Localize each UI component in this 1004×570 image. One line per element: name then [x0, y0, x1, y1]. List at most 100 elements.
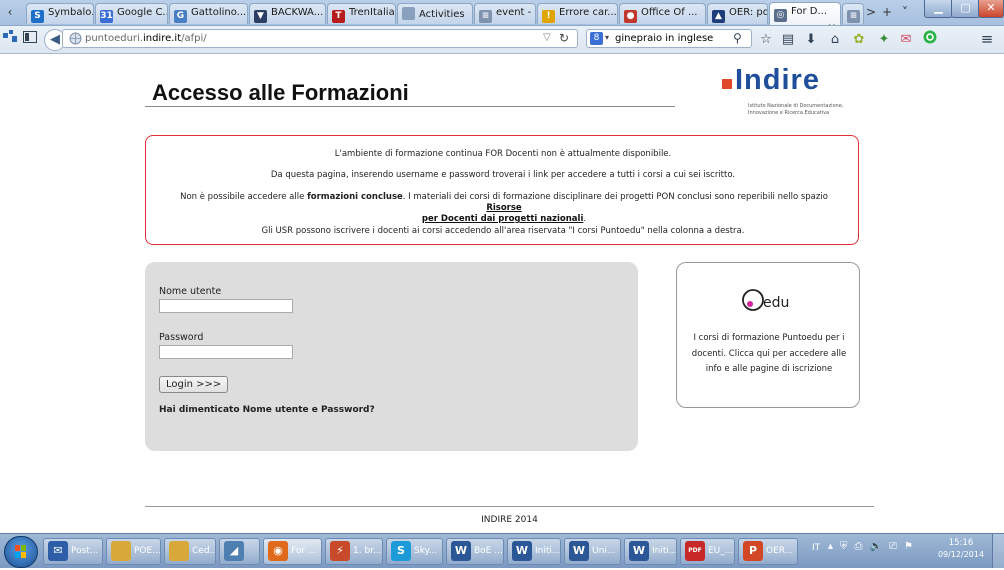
word-icon: W [629, 540, 649, 561]
tab-label: Office Of ... [641, 7, 698, 18]
browser-tab[interactable]: T TrenItalia... [327, 3, 396, 24]
browser-tab-strip: ‹ SSymbalo...31Google C...GGattolino...▼… [0, 0, 1004, 26]
taskbar-button[interactable]: ◉ For ... [263, 538, 322, 565]
taskbar-button-label: EU_... [708, 546, 734, 556]
taskbar-button-label: Ced... [192, 546, 216, 556]
taskbar-button[interactable]: P OER... [738, 538, 798, 565]
tab-label: Symbalo... [48, 7, 93, 18]
taskbar-button[interactable]: Ced... [164, 538, 216, 565]
clock-date[interactable]: 09/12/2014 [936, 550, 986, 559]
password-label: Password [159, 332, 204, 343]
search-input[interactable]: ginepraio in inglese [615, 33, 713, 44]
tab-scroll-left-button[interactable]: ‹ [2, 3, 18, 22]
logo-wordmark: Indire [735, 64, 820, 96]
page-icon: ≡ [479, 10, 492, 23]
puntoedu-desc-2: docenti. Clicca qui per accedere alle [691, 349, 847, 359]
search-engine-icon[interactable]: 8 [590, 32, 603, 45]
title-underline [145, 106, 675, 107]
bookmark-star-icon[interactable]: ☆ [758, 30, 774, 49]
address-bar[interactable]: puntoeduri.indire.it/afpi/ ▽ ↻ [62, 29, 578, 48]
home-icon[interactable]: ⌂ [827, 30, 843, 49]
puntoedu-logo: edu [741, 288, 789, 315]
clock-time[interactable]: 15:16 [936, 538, 986, 548]
url-text[interactable]: puntoeduri.indire.it/afpi/ [85, 33, 207, 44]
login-button[interactable]: Login >>> [159, 376, 229, 393]
taskbar-button[interactable]: W Uni... [564, 538, 621, 565]
search-bar[interactable]: 8 ▾ ginepraio in inglese ⚲ [586, 29, 752, 48]
tab-list-button[interactable]: ˅ [898, 3, 912, 22]
url-prefix: puntoeduri. [85, 33, 143, 44]
taskbar-button[interactable]: W Initi... [624, 538, 677, 565]
taskbar-button[interactable]: ◢ [219, 538, 260, 565]
forgot-credentials-link[interactable]: Hai dimenticato Nome utente e Password? [159, 405, 375, 415]
tab-label: Errore car... [559, 7, 617, 18]
menu-icon[interactable]: ≡ [978, 30, 996, 49]
extension-addon-icon[interactable]: ✿ [851, 30, 867, 49]
puntoedu-card[interactable]: edu I corsi di formazione Puntoedu per i… [676, 262, 860, 408]
page-icon [402, 7, 415, 20]
risorse-link-part-1[interactable]: Risorse [486, 203, 521, 213]
browser-tab[interactable]: Activities [397, 3, 473, 24]
page-title: Accesso alle Formazioni [152, 80, 409, 105]
indire-logo[interactable]: Indire Istituto Nazionale di Documentazi… [719, 64, 859, 126]
browser-tab[interactable]: ● Office Of ... [619, 3, 706, 24]
extension-network-icon[interactable]: ✦ [874, 30, 894, 49]
browser-tab[interactable]: ▼ BACKWA... [249, 3, 326, 24]
search-icon[interactable]: ⚲ [733, 31, 742, 45]
browser-tab[interactable]: ≡GO [842, 3, 864, 24]
taskbar-button-label: For ... [291, 546, 317, 556]
extension-green-icon[interactable] [921, 30, 939, 49]
url-dropdown-icon[interactable]: ▽ [543, 32, 551, 43]
skype-icon: S [391, 540, 411, 561]
tab-label: Activities [419, 9, 465, 20]
chevron-down-icon[interactable]: ▾ [605, 33, 609, 42]
login-panel: Nome utente Password Login >>> Hai dimen… [145, 262, 638, 451]
thunderbird-icon: ✉ [48, 540, 68, 561]
close-window-button[interactable]: ✕ [978, 0, 1004, 18]
panel-icon[interactable] [22, 30, 38, 49]
filezilla-icon: ⚡ [330, 540, 350, 561]
oer-icon: ▲ [712, 10, 725, 23]
tab-close-icon[interactable]: × [828, 22, 836, 25]
taskbar-button[interactable]: ✉ Post... [43, 538, 103, 565]
language-indicator[interactable]: IT [812, 543, 820, 553]
powerpoint-icon: P [743, 540, 763, 561]
page-icon: ≡ [847, 10, 860, 23]
browser-tab[interactable]: S Symbalo... [26, 3, 94, 24]
puntoedu-desc-3: info e alle pagine di iscrizione [705, 364, 833, 374]
new-tab-button[interactable]: + [880, 3, 894, 22]
notice-line-3-end: . [583, 214, 587, 224]
risorse-link-part-2[interactable]: per Docenti dai progetti nazionali [422, 214, 583, 224]
notice-line-3-pre: Non è possibile accedere alle [180, 192, 308, 202]
bookmarks-menu-icon[interactable]: ▤ [780, 30, 796, 49]
puntoedu-desc-1: I corsi di formazione Puntoedu per i [693, 333, 845, 343]
notice-line-2: Da questa pagina, inserendo username e p… [270, 170, 736, 180]
password-input[interactable] [159, 345, 293, 359]
taskbar-button[interactable]: ⚡ 1. br... [325, 538, 383, 565]
browser-tab[interactable]: ◎ For D... × [769, 2, 841, 25]
tab-label: TrenItalia... [349, 7, 395, 18]
taskbar-button[interactable]: S Sky... [386, 538, 443, 565]
reload-icon[interactable]: ↻ [559, 31, 569, 45]
system-tray-icons[interactable]: ▴⛨⎙🔈⎚⚑ [828, 541, 920, 552]
taskbar-button-label: BoE ... [474, 546, 503, 556]
download-icon[interactable]: ⬇ [803, 30, 819, 49]
sidebar-icon[interactable] [2, 30, 18, 49]
username-input[interactable] [159, 299, 293, 313]
taskbar-button[interactable]: POE... [106, 538, 161, 565]
taskbar-button[interactable]: PDF EU_... [680, 538, 735, 565]
maximize-button[interactable]: ▢ [951, 0, 980, 18]
start-button[interactable] [4, 536, 38, 568]
minimize-button[interactable]: ▁ [924, 0, 953, 18]
taskbar-button[interactable]: W BoE ... [446, 538, 504, 565]
browser-tab[interactable]: ≡ event - B... [474, 3, 536, 24]
browser-tab[interactable]: 31 Google C... [95, 3, 168, 24]
show-desktop-button[interactable] [992, 534, 1004, 568]
browser-tab[interactable]: ▲ OER: poli... [707, 3, 768, 24]
tab-scroll-right-button[interactable]: > [864, 3, 878, 22]
browser-tab[interactable]: ! Errore car... [537, 3, 618, 24]
browser-tab[interactable]: G Gattolino... [169, 3, 248, 24]
taskbar-button[interactable]: W Initi... [507, 538, 561, 565]
extension-mail-icon[interactable]: ✉ [898, 30, 914, 49]
windows-logo-icon [15, 545, 26, 558]
